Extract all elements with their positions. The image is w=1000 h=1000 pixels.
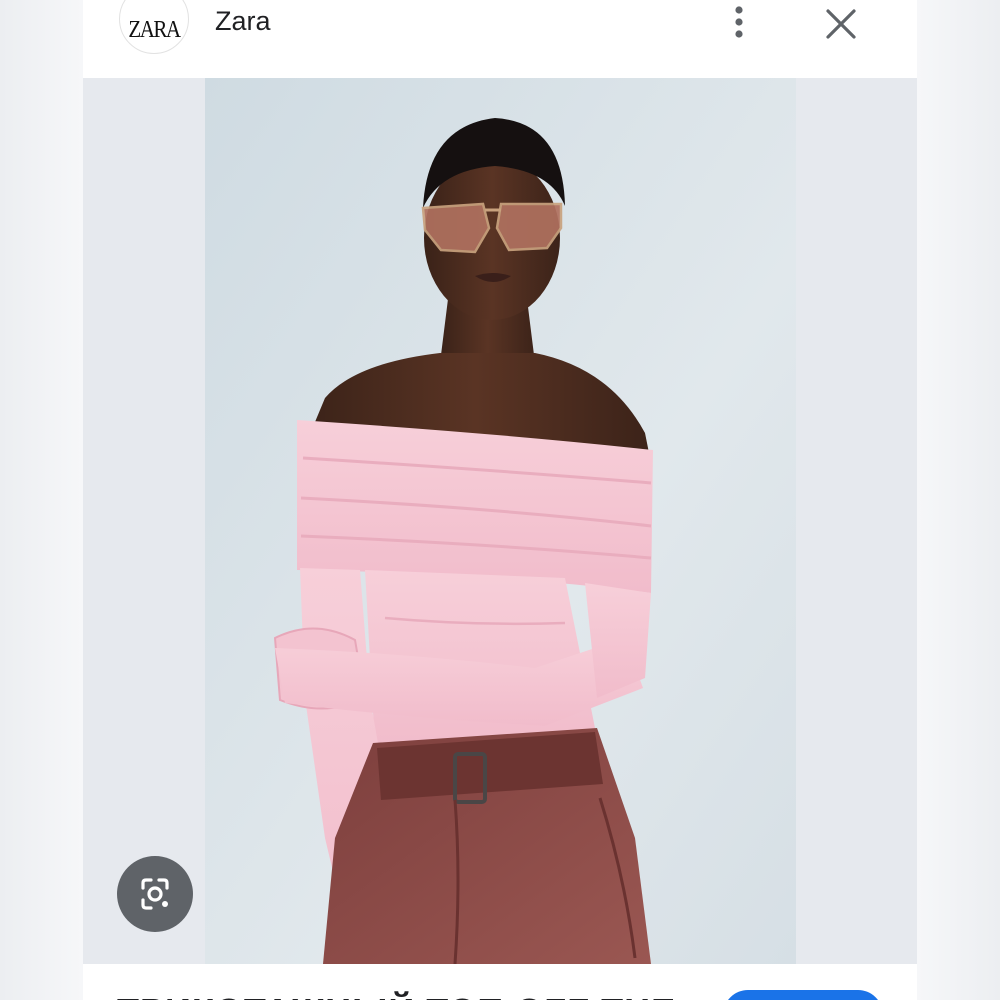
image-viewer-sheet: ZARA Zara — [83, 0, 917, 1000]
image-search-button[interactable] — [117, 856, 193, 932]
product-info-card: ТРИКОТАЖНЫЙ ТОП OFF THE — [83, 964, 917, 1000]
more-options-button[interactable] — [723, 0, 755, 44]
site-name[interactable]: Zara — [215, 4, 271, 38]
image-panel — [83, 78, 917, 964]
close-button[interactable] — [819, 2, 863, 46]
close-icon — [826, 9, 856, 39]
logo-text: ZARA — [128, 14, 181, 43]
image-search-icon — [141, 878, 169, 910]
site-logo[interactable]: ZARA — [119, 0, 189, 54]
product-photo[interactable] — [205, 78, 796, 964]
visit-button[interactable] — [723, 990, 883, 1000]
more-vert-icon — [735, 6, 743, 38]
product-title[interactable]: ТРИКОТАЖНЫЙ ТОП OFF THE — [117, 992, 676, 1000]
product-photo-illustration — [205, 78, 796, 964]
viewer-header: ZARA Zara — [83, 0, 917, 78]
page: ZARA Zara — [0, 0, 1000, 1000]
